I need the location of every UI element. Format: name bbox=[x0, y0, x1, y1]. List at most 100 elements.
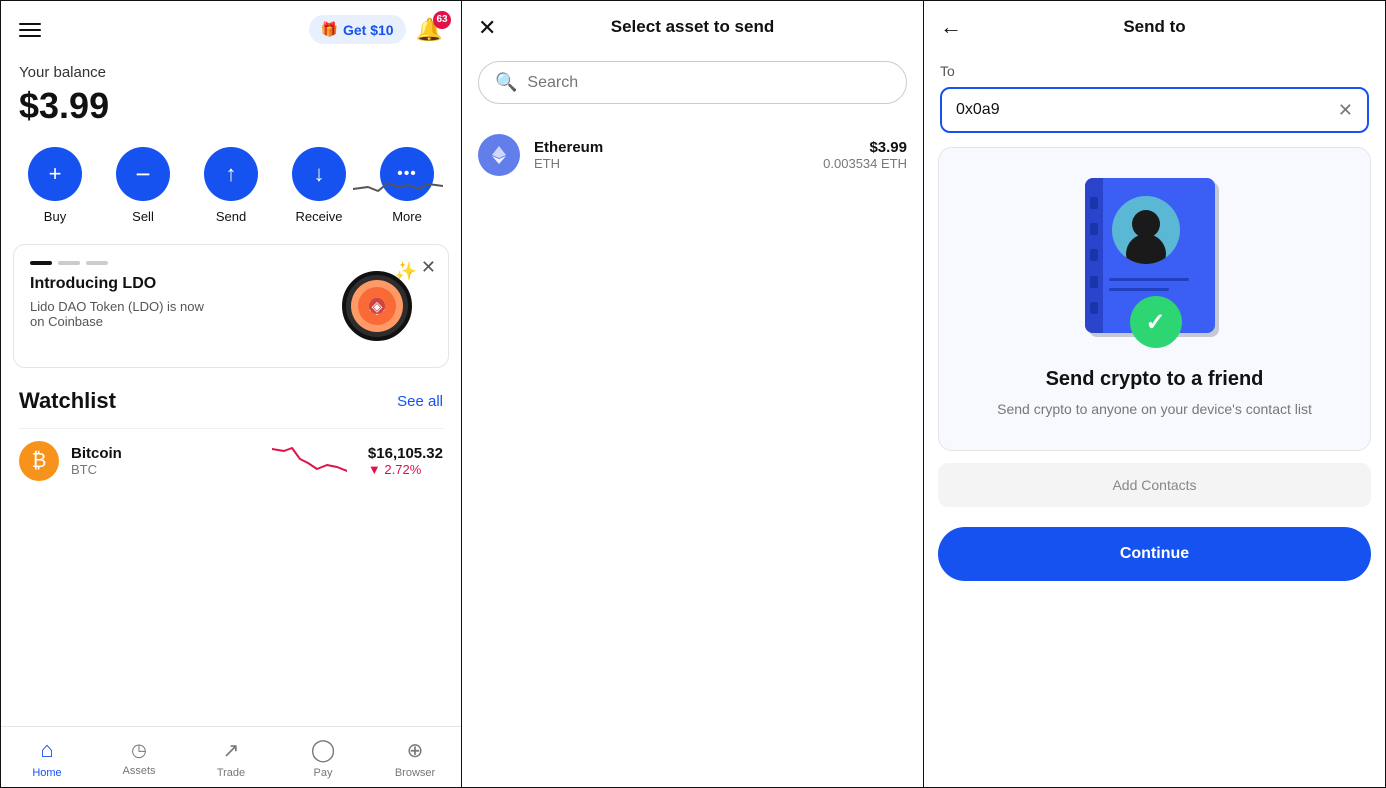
promo-content: Introducing LDO Lido DAO Token (LDO) is … bbox=[30, 261, 210, 329]
check-badge: ✓ bbox=[1130, 296, 1182, 348]
header-right: 🎁 Get $10 🔔 63 bbox=[309, 15, 443, 44]
nav-browser[interactable]: ⊕ Browser bbox=[385, 738, 445, 779]
search-icon: 🔍 bbox=[495, 72, 517, 93]
more-label: More bbox=[392, 209, 422, 224]
promo-dots bbox=[30, 261, 210, 265]
buy-label: Buy bbox=[44, 209, 66, 224]
clear-address-button[interactable]: ✕ bbox=[1338, 101, 1353, 119]
promo-description: Lido DAO Token (LDO) is now on Coinbase bbox=[30, 299, 210, 329]
book-avatar bbox=[1112, 196, 1180, 264]
btc-name: Bitcoin bbox=[71, 445, 256, 462]
eth-value: $3.99 0.003534 ETH bbox=[823, 139, 907, 171]
avatar-body bbox=[1126, 234, 1166, 264]
eth-icon bbox=[478, 134, 520, 176]
continue-label: Continue bbox=[1120, 545, 1189, 562]
sell-label: Sell bbox=[132, 209, 154, 224]
assets-nav-label: Assets bbox=[122, 765, 155, 777]
continue-button[interactable]: Continue bbox=[938, 527, 1371, 581]
svg-text:◈: ◈ bbox=[372, 298, 383, 314]
promo-title: Introducing LDO bbox=[30, 275, 210, 293]
buy-icon: + bbox=[28, 147, 82, 201]
send-panel-title: Send to bbox=[1123, 17, 1185, 37]
hamburger-icon bbox=[19, 23, 41, 37]
balance-amount: $3.99 bbox=[19, 85, 443, 127]
balance-section: Your balance $3.99 bbox=[1, 54, 461, 143]
btc-price: $16,105.32 bbox=[368, 445, 443, 462]
nav-pay[interactable]: ◯ Pay bbox=[293, 737, 353, 779]
book-spine bbox=[1085, 178, 1103, 333]
home-panel: 🎁 Get $10 🔔 63 Your balance $3.99 + Buy … bbox=[0, 0, 462, 788]
receive-button[interactable]: ↓ Receive bbox=[292, 147, 346, 224]
asset-panel-title: Select asset to send bbox=[611, 17, 774, 37]
asset-panel: ✕ Select asset to send 🔍 Ethereum ETH $3… bbox=[462, 0, 924, 788]
gift-icon: 🎁 bbox=[321, 21, 338, 38]
contact-illustration: ✓ bbox=[1075, 178, 1235, 348]
browser-nav-icon: ⊕ bbox=[407, 738, 424, 763]
eth-symbol: ETH bbox=[534, 156, 823, 171]
home-header: 🎁 Get $10 🔔 63 bbox=[1, 1, 461, 54]
nav-assets[interactable]: ◷ Assets bbox=[109, 740, 169, 777]
btc-price-info: $16,105.32 ▼ 2.72% bbox=[368, 445, 443, 477]
address-input[interactable] bbox=[956, 101, 1338, 119]
see-all-button[interactable]: See all bbox=[397, 393, 443, 410]
pay-nav-label: Pay bbox=[314, 767, 333, 779]
eth-crypto: 0.003534 ETH bbox=[823, 156, 907, 171]
eth-asset-item[interactable]: Ethereum ETH $3.99 0.003534 ETH bbox=[462, 120, 923, 190]
eth-logo-svg bbox=[488, 144, 510, 166]
btc-coin-info: Bitcoin BTC bbox=[71, 445, 256, 477]
hamburger-button[interactable] bbox=[19, 23, 41, 37]
send-card-title: Send crypto to a friend bbox=[1046, 368, 1264, 391]
book-text-lines bbox=[1109, 278, 1205, 291]
ldo-star-icon: ✨ bbox=[395, 261, 417, 282]
send-crypto-card: ✓ Send crypto to a friend Send crypto to… bbox=[938, 147, 1371, 451]
promo-dot-1 bbox=[30, 261, 52, 265]
btc-watchlist-item[interactable]: ₿ Bitcoin BTC $16,105.32 ▼ 2.72% bbox=[19, 428, 443, 493]
promo-dot-2 bbox=[58, 261, 80, 265]
send-label: Send bbox=[216, 209, 246, 224]
ldo-inner: ⬡ ◈ bbox=[351, 280, 403, 332]
ldo-illustration: ⬡ ◈ ✨ bbox=[342, 261, 432, 351]
eth-asset-info: Ethereum ETH bbox=[534, 139, 823, 171]
to-label: To bbox=[940, 63, 1369, 79]
ldo-logo-svg: ⬡ ◈ bbox=[358, 287, 396, 325]
sell-button[interactable]: − Sell bbox=[116, 147, 170, 224]
btc-change: ▼ 2.72% bbox=[368, 462, 443, 477]
assets-nav-icon: ◷ bbox=[131, 740, 147, 761]
asset-header: ✕ Select asset to send bbox=[462, 1, 923, 53]
address-input-wrapper[interactable]: ✕ bbox=[940, 87, 1369, 133]
receive-label: Receive bbox=[296, 209, 343, 224]
notification-button[interactable]: 🔔 63 bbox=[416, 17, 443, 43]
btc-symbol: BTC bbox=[71, 462, 256, 477]
nav-home[interactable]: ⌂ Home bbox=[17, 737, 77, 779]
sell-icon: − bbox=[116, 147, 170, 201]
watchlist-title: Watchlist bbox=[19, 388, 116, 414]
back-button[interactable]: ← bbox=[940, 16, 962, 38]
btc-chart bbox=[272, 441, 352, 481]
send-card-description: Send crypto to anyone on your device's c… bbox=[997, 399, 1312, 420]
buy-button[interactable]: + Buy bbox=[28, 147, 82, 224]
get-money-button[interactable]: 🎁 Get $10 bbox=[309, 15, 406, 44]
send-header: ← Send to bbox=[924, 1, 1385, 53]
btc-icon: ₿ bbox=[19, 441, 59, 481]
search-bar[interactable]: 🔍 bbox=[478, 61, 907, 104]
to-section: To ✕ bbox=[924, 53, 1385, 147]
get-money-label: Get $10 bbox=[343, 22, 394, 38]
asset-close-button[interactable]: ✕ bbox=[478, 17, 496, 39]
promo-dot-3 bbox=[86, 261, 108, 265]
browser-nav-label: Browser bbox=[395, 767, 435, 779]
home-nav-icon: ⌂ bbox=[40, 737, 53, 763]
trade-nav-icon: ↗ bbox=[223, 738, 240, 763]
eth-name: Ethereum bbox=[534, 139, 823, 156]
watchlist-section: Watchlist See all ₿ Bitcoin BTC $16,105.… bbox=[1, 384, 461, 503]
notification-badge: 63 bbox=[433, 11, 451, 29]
receive-icon: ↓ bbox=[292, 147, 346, 201]
balance-label: Your balance bbox=[19, 64, 443, 81]
add-contacts-hint[interactable]: Add Contacts bbox=[938, 463, 1371, 507]
send-button[interactable]: ↑ Send bbox=[204, 147, 258, 224]
nav-trade[interactable]: ↗ Trade bbox=[201, 738, 261, 779]
btc-sparkline bbox=[272, 441, 347, 476]
search-input[interactable] bbox=[527, 74, 890, 92]
home-nav-label: Home bbox=[32, 767, 61, 779]
send-icon: ↑ bbox=[204, 147, 258, 201]
bottom-nav: ⌂ Home ◷ Assets ↗ Trade ◯ Pay ⊕ Browser bbox=[1, 726, 461, 787]
